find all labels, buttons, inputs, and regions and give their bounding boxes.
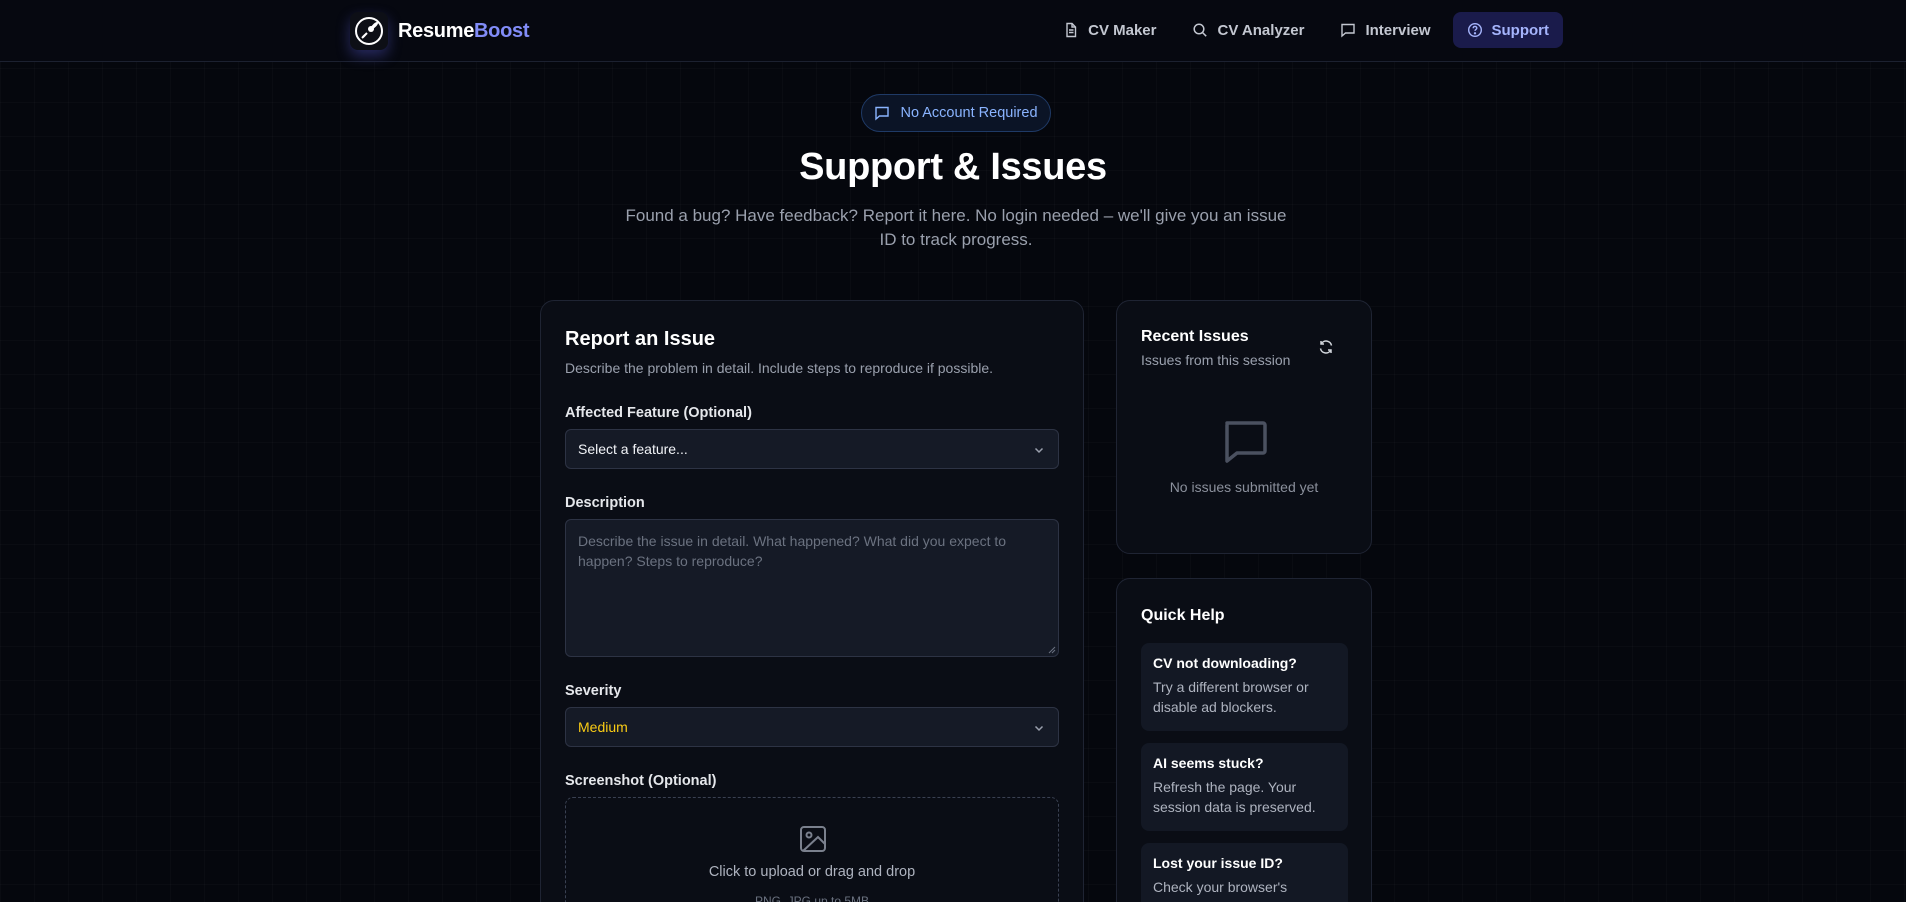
nav-cv-analyzer[interactable]: CV Analyzer	[1178, 12, 1318, 48]
help-answer: Refresh the page. Your session data is p…	[1153, 779, 1316, 815]
message-square-icon	[875, 106, 890, 121]
nav-cv-maker[interactable]: CV Maker	[1049, 12, 1170, 48]
recent-issues-empty: No issues submitted yet	[1169, 479, 1319, 495]
report-card-title: Report an Issue	[565, 328, 716, 350]
brand-name-part2: Boost	[474, 19, 530, 42]
screenshot-dropzone[interactable]: Click to upload or drag and drop PNG, JP…	[565, 797, 1059, 902]
nav-interview[interactable]: Interview	[1326, 12, 1444, 48]
help-item: Lost your issue ID? Check your browser's	[1141, 843, 1348, 902]
message-square-icon	[1341, 23, 1356, 38]
chevron-down-icon	[1034, 447, 1044, 454]
description-placeholder: Describe the issue in detail. What happe…	[578, 533, 1007, 569]
description-label: Description	[565, 495, 645, 511]
brand-name: ResumeBoost	[398, 20, 529, 43]
quick-help-card: Quick Help CV not downloading? Try a dif…	[1116, 578, 1372, 902]
recent-issues-subtitle: Issues from this session	[1141, 352, 1291, 368]
severity-label: Severity	[565, 683, 622, 699]
feature-select[interactable]: Select a feature...	[565, 429, 1059, 469]
nav-support[interactable]: Support	[1452, 12, 1563, 48]
help-question: Lost your issue ID?	[1153, 855, 1283, 871]
file-text-icon	[1066, 22, 1077, 38]
top-navbar: ResumeBoost CV Maker CV Analyzer Intervi…	[0, 0, 1906, 62]
description-textarea[interactable]: Describe the issue in detail. What happe…	[565, 519, 1059, 657]
report-card-description: Describe the problem in detail. Include …	[565, 360, 994, 376]
feature-select-value: Select a feature...	[578, 441, 688, 457]
help-circle-icon	[1467, 22, 1482, 38]
help-answer: Try a different browser or disable ad bl…	[1153, 679, 1309, 715]
nav-label: Support	[1491, 21, 1550, 39]
help-question: CV not downloading?	[1153, 655, 1297, 671]
page-title: Support & Issues	[799, 146, 1107, 188]
badge-label: No Account Required	[900, 105, 1038, 121]
brand-logo[interactable]: ResumeBoost	[350, 11, 529, 51]
help-question: AI seems stuck?	[1153, 755, 1264, 771]
feature-label: Affected Feature (Optional)	[565, 405, 752, 421]
upload-text: Click to upload or drag and drop	[708, 864, 916, 880]
page-subtitle: Found a bug? Have feedback? Report it he…	[625, 206, 1287, 249]
nav-label: Interview	[1365, 21, 1431, 39]
help-item: AI seems stuck? Refresh the page. Your s…	[1141, 743, 1348, 831]
recent-issues-card: Recent Issues Issues from this session N…	[1116, 300, 1372, 554]
message-square-icon	[1225, 421, 1267, 463]
recent-issues-title: Recent Issues	[1141, 328, 1249, 345]
screenshot-label: Screenshot (Optional)	[565, 773, 717, 789]
rocket-icon	[350, 12, 388, 50]
image-icon	[800, 826, 826, 852]
main-nav: CV Maker CV Analyzer Interview Support	[1049, 12, 1563, 48]
search-icon	[1193, 23, 1208, 37]
help-item: CV not downloading? Try a different brow…	[1141, 643, 1348, 731]
no-account-badge: No Account Required	[861, 94, 1051, 132]
chevron-down-icon	[1034, 725, 1044, 732]
resize-handle-icon[interactable]	[1048, 646, 1056, 654]
help-answer: Check your browser's	[1153, 879, 1288, 895]
severity-select-value: Medium	[578, 719, 628, 735]
nav-label: CV Maker	[1088, 21, 1157, 39]
nav-label: CV Analyzer	[1217, 21, 1305, 39]
upload-hint: PNG, JPG up to 5MB	[754, 894, 870, 902]
brand-name-part1: Resume	[398, 19, 475, 42]
report-issue-card: Report an Issue Describe the problem in …	[540, 300, 1084, 902]
quick-help-title: Quick Help	[1141, 607, 1225, 624]
refresh-icon[interactable]	[1318, 339, 1334, 355]
severity-select[interactable]: Medium	[565, 707, 1059, 747]
